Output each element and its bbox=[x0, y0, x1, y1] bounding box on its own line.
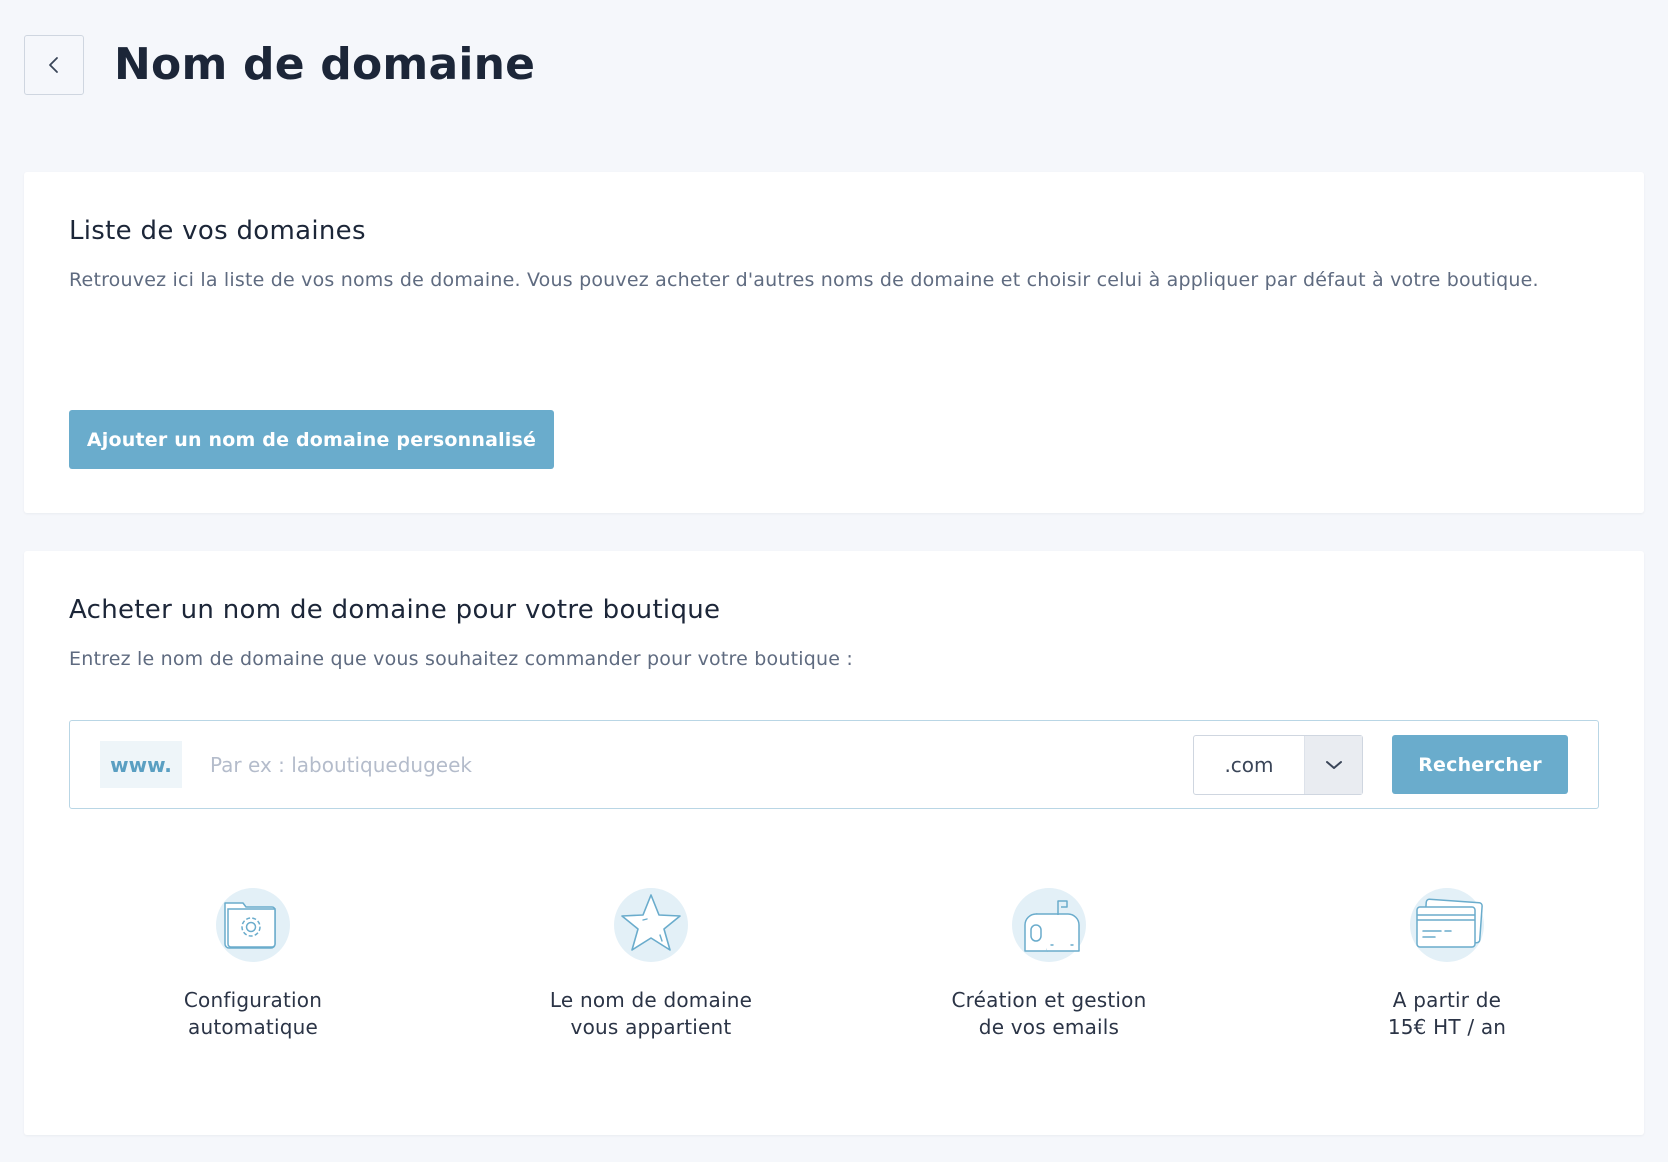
domain-settings-page: Nom de domaine Liste de vos domaines Ret… bbox=[0, 0, 1668, 1162]
tld-select[interactable]: .com bbox=[1193, 735, 1363, 795]
domain-search-bar: www. .com Rechercher bbox=[69, 720, 1599, 809]
feature-item: A partir de 15€ HT / an bbox=[1297, 887, 1597, 1041]
domains-list-title: Liste de vos domaines bbox=[69, 216, 366, 246]
domain-name-input[interactable] bbox=[210, 741, 1130, 788]
tld-dropdown-toggle[interactable] bbox=[1304, 736, 1362, 794]
feature-item: Le nom de domaine vous appartient bbox=[501, 887, 801, 1041]
feature-label: A partir de 15€ HT / an bbox=[1387, 988, 1507, 1039]
features-list: Configuration automatique Le nom de doma… bbox=[69, 887, 1659, 1067]
star-icon bbox=[613, 887, 689, 963]
feature-item: Création et gestion de vos emails bbox=[899, 887, 1199, 1041]
feature-item: Configuration automatique bbox=[103, 887, 403, 1041]
folder-gear-icon bbox=[215, 887, 291, 963]
page-title: Nom de domaine bbox=[114, 39, 536, 90]
back-button[interactable] bbox=[24, 35, 84, 95]
buy-domain-description: Entrez le nom de domaine que vous souhai… bbox=[69, 648, 853, 670]
buy-domain-card: Acheter un nom de domaine pour votre bou… bbox=[24, 551, 1644, 1135]
feature-label: Création et gestion de vos emails bbox=[951, 988, 1147, 1039]
feature-label: Le nom de domaine vous appartient bbox=[549, 988, 753, 1039]
search-button[interactable]: Rechercher bbox=[1392, 735, 1568, 794]
add-custom-domain-button[interactable]: Ajouter un nom de domaine personnalisé bbox=[69, 410, 554, 469]
tld-selected-value: .com bbox=[1224, 753, 1274, 777]
chevron-left-icon bbox=[49, 57, 58, 73]
chevron-down-icon bbox=[1325, 761, 1342, 769]
domains-list-card: Liste de vos domaines Retrouvez ici la l… bbox=[24, 172, 1644, 513]
buy-domain-title: Acheter un nom de domaine pour votre bou… bbox=[69, 595, 721, 625]
feature-label: Configuration automatique bbox=[183, 988, 323, 1039]
credit-card-icon bbox=[1409, 887, 1485, 963]
mailbox-icon bbox=[1011, 887, 1087, 963]
domains-list-description: Retrouvez ici la liste de vos noms de do… bbox=[69, 269, 1539, 291]
www-prefix: www. bbox=[100, 741, 182, 788]
